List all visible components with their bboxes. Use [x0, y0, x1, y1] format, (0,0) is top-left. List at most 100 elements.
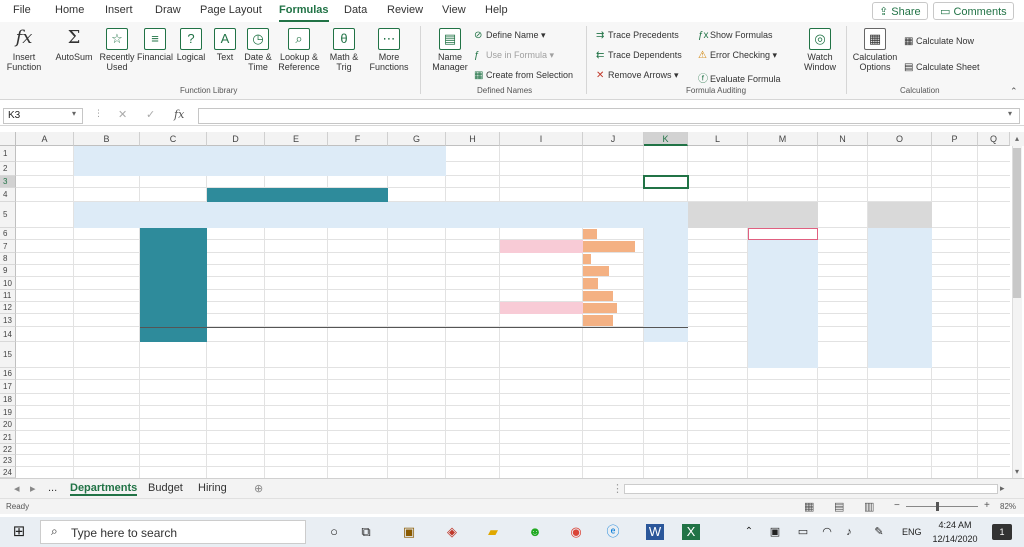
column-header[interactable]: G	[388, 132, 446, 146]
turnover-cell[interactable]	[446, 277, 496, 290]
total-support-cell[interactable]	[328, 327, 384, 342]
change-cell[interactable]	[644, 253, 688, 265]
calculate-sheet-button[interactable]: ▤ Calculate Sheet	[904, 62, 980, 73]
text-button[interactable]: A Text	[212, 28, 238, 62]
word-icon[interactable]: W	[646, 524, 664, 540]
volume-icon[interactable]: ♪	[840, 524, 858, 540]
horizontal-scrollbar[interactable]	[624, 484, 998, 494]
remove-arrows-button[interactable]: ✕ Remove Arrows ▾	[596, 70, 679, 81]
column-header[interactable]: Q	[978, 132, 1010, 146]
menu-page-layout[interactable]: Page Layout	[200, 4, 262, 16]
department-cell[interactable]	[140, 314, 207, 327]
menu-insert[interactable]: Insert	[105, 4, 133, 16]
excel-taskbar-icon[interactable]: X	[682, 524, 700, 540]
turnover-pct-cell[interactable]	[500, 277, 583, 290]
menu-help[interactable]: Help	[485, 4, 508, 16]
total-total-cell[interactable]	[388, 327, 442, 342]
row-header[interactable]: 22	[0, 444, 16, 455]
summary-select-cell[interactable]	[748, 228, 818, 240]
create-from-selection-button[interactable]: ▦ Create from Selection	[474, 70, 573, 81]
menu-data[interactable]: Data	[344, 4, 367, 16]
md-cell[interactable]	[207, 240, 261, 253]
turnover-pct-cell[interactable]	[500, 265, 583, 277]
row-header[interactable]: 11	[0, 290, 16, 302]
change-cell[interactable]	[644, 265, 688, 277]
department-cell[interactable]	[140, 240, 207, 253]
chat-app-icon[interactable]: ☻	[526, 524, 544, 540]
taskbar-search-box[interactable]: ⌕ Type here to search	[40, 520, 306, 544]
rn-cell[interactable]	[265, 277, 324, 290]
row-header[interactable]: 4	[0, 188, 16, 202]
zoom-slider-thumb[interactable]	[935, 502, 939, 511]
summary-value-cell[interactable]	[748, 327, 818, 342]
column-header[interactable]: E	[265, 132, 328, 146]
trace-dependents-button[interactable]: ⇇ Trace Dependents	[596, 50, 682, 61]
share-button[interactable]: ⇪ Share	[872, 2, 928, 20]
md-cell[interactable]	[207, 265, 261, 277]
column-header[interactable]: H	[446, 132, 500, 146]
menu-review[interactable]: Review	[387, 4, 423, 16]
last-update-value[interactable]	[227, 368, 325, 380]
scroll-right-icon[interactable]: ▸	[1000, 483, 1005, 494]
wifi-icon[interactable]: ◠	[818, 524, 836, 540]
abbreviation-cell[interactable]	[76, 253, 140, 265]
budget-cell[interactable]	[583, 277, 640, 290]
change-cell[interactable]	[644, 314, 688, 327]
show-formulas-button[interactable]: ƒxShow Formulas	[698, 30, 773, 41]
summary-value-cell[interactable]	[748, 253, 818, 265]
sheet-tab-hiring[interactable]: Hiring	[198, 482, 227, 494]
row-header[interactable]: 13	[0, 314, 16, 327]
zoom-in-icon[interactable]: +	[984, 500, 990, 511]
sheet-tab-departments[interactable]: Departments	[70, 482, 138, 496]
edge-icon[interactable]: ⓔ	[604, 524, 622, 540]
calculate-now-button[interactable]: ▦ Calculate Now	[904, 36, 974, 47]
turnover-cell[interactable]	[446, 265, 496, 277]
show-hidden-icons[interactable]: ⌃	[740, 524, 758, 540]
use-in-formula-button[interactable]: ƒ Use in Formula ▾	[474, 50, 554, 61]
page-break-view-icon[interactable]: ▥	[864, 500, 874, 513]
change-cell[interactable]	[644, 228, 688, 240]
rn-cell[interactable]	[265, 228, 324, 240]
row-header[interactable]: 3	[0, 176, 16, 188]
column-header[interactable]: N	[818, 132, 868, 146]
summary-value-cell[interactable]	[748, 290, 818, 302]
abbreviation-cell[interactable]	[76, 277, 140, 290]
battery-icon[interactable]: ▭	[794, 524, 812, 540]
financial-button[interactable]: ≡ Financial	[137, 28, 173, 62]
normal-view-icon[interactable]: ▦	[804, 500, 814, 513]
summary-value-cell[interactable]	[748, 265, 818, 277]
rn-cell[interactable]	[265, 240, 324, 253]
row-header[interactable]: 23	[0, 455, 16, 467]
trace-precedents-button[interactable]: ⇉ Trace Precedents	[596, 30, 679, 41]
total-change-cell[interactable]	[644, 327, 688, 342]
change-cell[interactable]	[644, 290, 688, 302]
chrome-icon[interactable]: ◉	[567, 524, 585, 540]
task-view-icon[interactable]: ⧉	[357, 524, 375, 540]
turnover-pct-cell[interactable]	[500, 302, 583, 314]
lookup-button[interactable]: ⌕ Lookup & Reference	[276, 28, 322, 72]
zoom-out-icon[interactable]: −	[894, 500, 900, 511]
turnover-cell[interactable]	[446, 228, 496, 240]
department-cell[interactable]	[140, 265, 207, 277]
store-icon[interactable]: ▣	[400, 524, 418, 540]
row-header[interactable]: 5	[0, 202, 16, 228]
turnover-pct-cell[interactable]	[500, 240, 583, 253]
column-header[interactable]: P	[932, 132, 978, 146]
column-header[interactable]: O	[868, 132, 932, 146]
row-header[interactable]: 2	[0, 162, 16, 176]
budget-cell[interactable]	[583, 290, 640, 302]
summary-value-cell[interactable]	[748, 240, 818, 253]
define-name-button[interactable]: ⊘ Define Name ▾	[474, 30, 546, 41]
row-header[interactable]: 21	[0, 431, 16, 444]
md-cell[interactable]	[207, 302, 261, 314]
notification-center-icon[interactable]: 1	[992, 524, 1012, 540]
averages-values[interactable]	[868, 228, 932, 368]
summary-value-cell[interactable]	[748, 314, 818, 327]
enter-check-icon[interactable]: ✓	[146, 108, 155, 121]
md-cell[interactable]	[207, 290, 261, 302]
department-cell[interactable]	[140, 290, 207, 302]
total-pct-cell[interactable]	[500, 327, 579, 342]
menu-formulas[interactable]: Formulas	[279, 4, 329, 22]
support-cell[interactable]	[328, 265, 384, 277]
calculation-options-button[interactable]: ▦ Calculation Options	[852, 28, 898, 72]
